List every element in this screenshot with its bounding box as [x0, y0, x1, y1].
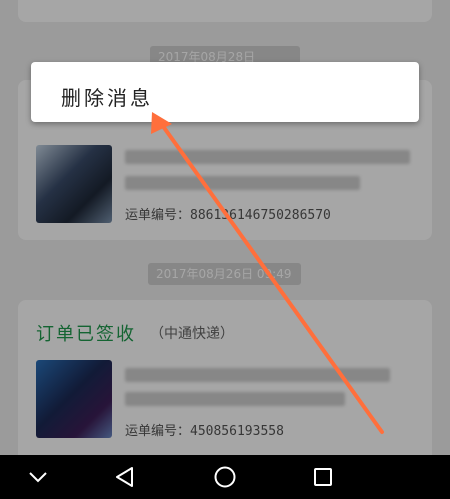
nav-down-button[interactable]	[8, 455, 68, 499]
nav-recent-button[interactable]	[293, 455, 353, 499]
android-nav-bar	[0, 455, 450, 499]
context-menu-popup: 删除消息	[31, 62, 419, 122]
nav-home-button[interactable]	[195, 455, 255, 499]
message-list-screen: 2017年08月28日 11:45 运单编号：88613614675028657…	[0, 0, 450, 455]
triangle-back-icon	[116, 467, 133, 487]
chevron-down-icon	[29, 472, 47, 483]
nav-back-button[interactable]	[95, 455, 155, 499]
circle-home-icon	[214, 466, 236, 488]
delete-message-menu-item[interactable]: 删除消息	[61, 82, 153, 111]
square-recent-icon	[314, 468, 332, 486]
